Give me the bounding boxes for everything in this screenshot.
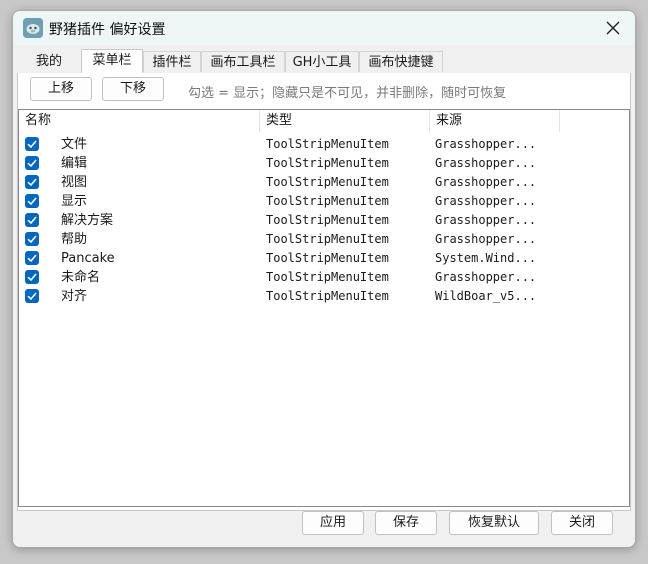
cell-type: ToolStripMenuItem	[266, 137, 389, 151]
cell-source: Grasshopper...	[435, 270, 537, 284]
table-row[interactable]: 帮助 ToolStripMenuItem Grasshopper...	[19, 230, 629, 249]
cell-source: System.Wind...	[435, 251, 537, 265]
tab-mine[interactable]: 我的	[17, 51, 81, 72]
menubar-tab-panel: 上移 下移 勾选 = 显示；隐藏只是不可见，并非删除，随时可恢复 名称 类型 来…	[17, 73, 631, 511]
checkmark-icon	[27, 140, 37, 149]
cell-name: 文件	[61, 137, 88, 152]
close-button[interactable]: 关闭	[551, 511, 613, 535]
cell-name: 解决方案	[61, 213, 114, 228]
column-header-type[interactable]: 类型	[260, 110, 430, 132]
cell-type: ToolStripMenuItem	[266, 194, 389, 208]
table-row[interactable]: 文件 ToolStripMenuItem Grasshopper...	[19, 135, 629, 154]
cell-name: 帮助	[61, 232, 88, 247]
cell-source: Grasshopper...	[435, 175, 537, 189]
row-checkbox[interactable]	[25, 232, 39, 246]
row-checkbox[interactable]	[25, 137, 39, 151]
menu-items-list[interactable]: 名称 类型 来源 文件 ToolStripMenuItem Grasshopper.…	[18, 109, 630, 507]
window-title: 野猪插件 偏好设置	[49, 22, 166, 38]
close-window-button[interactable]	[597, 15, 629, 41]
cell-source: Grasshopper...	[435, 194, 537, 208]
table-row[interactable]: Pancake ToolStripMenuItem System.Wind...	[19, 249, 629, 268]
row-checkbox[interactable]	[25, 156, 39, 170]
cell-source: Grasshopper...	[435, 232, 537, 246]
tab-canvas-toolbar[interactable]: 画布工具栏	[201, 51, 285, 72]
restore-defaults-button[interactable]: 恢复默认	[449, 511, 539, 535]
row-checkbox[interactable]	[25, 213, 39, 227]
tab-canvas-shortcuts[interactable]: 画布快捷键	[359, 51, 443, 72]
table-row[interactable]: 显示 ToolStripMenuItem Grasshopper...	[19, 192, 629, 211]
checkmark-icon	[27, 235, 37, 244]
tab-menubar[interactable]: 菜单栏	[81, 49, 143, 73]
cell-source: Grasshopper...	[435, 156, 537, 170]
checkmark-icon	[27, 159, 37, 168]
tab-strip: 我的 菜单栏 插件栏 画布工具栏 GH小工具 画布快捷键	[17, 49, 631, 74]
cell-source: WildBoar_v5...	[435, 289, 537, 303]
table-row[interactable]: 对齐 ToolStripMenuItem WildBoar_v5...	[19, 287, 629, 306]
apply-button[interactable]: 应用	[302, 511, 364, 535]
column-header-source[interactable]: 来源	[430, 110, 560, 132]
preferences-window: 野猪插件 偏好设置 我的 菜单栏 插件栏 画布工具栏 GH小工具 画布快捷键 上…	[12, 10, 636, 548]
column-header-name[interactable]: 名称	[19, 110, 260, 132]
table-row[interactable]: 视图 ToolStripMenuItem Grasshopper...	[19, 173, 629, 192]
cell-name: Pancake	[61, 251, 115, 266]
cell-source: Grasshopper...	[435, 137, 537, 151]
row-checkbox[interactable]	[25, 175, 39, 189]
close-icon	[606, 21, 620, 35]
checkmark-icon	[27, 178, 37, 187]
cell-name: 编辑	[61, 156, 88, 171]
save-button[interactable]: 保存	[375, 511, 437, 535]
cell-type: ToolStripMenuItem	[266, 156, 389, 170]
cell-name: 视图	[61, 175, 88, 190]
row-checkbox[interactable]	[25, 251, 39, 265]
cell-type: ToolStripMenuItem	[266, 289, 389, 303]
table-row[interactable]: 编辑 ToolStripMenuItem Grasshopper...	[19, 154, 629, 173]
cell-type: ToolStripMenuItem	[266, 251, 389, 265]
row-checkbox[interactable]	[25, 194, 39, 208]
tab-gh-tools[interactable]: GH小工具	[285, 51, 359, 72]
row-checkbox[interactable]	[25, 289, 39, 303]
cell-type: ToolStripMenuItem	[266, 175, 389, 189]
checkmark-icon	[27, 254, 37, 263]
hint-text: 勾选 = 显示；隐藏只是不可见，并非删除，随时可恢复	[188, 86, 507, 101]
cell-type: ToolStripMenuItem	[266, 213, 389, 227]
checkmark-icon	[27, 197, 37, 206]
cell-source: Grasshopper...	[435, 213, 537, 227]
cell-name: 显示	[61, 194, 88, 209]
cell-type: ToolStripMenuItem	[266, 270, 389, 284]
cell-name: 对齐	[61, 289, 88, 304]
cell-name: 未命名	[61, 270, 101, 285]
move-up-button[interactable]: 上移	[30, 77, 92, 101]
title-bar[interactable]: 野猪插件 偏好设置	[13, 11, 635, 45]
app-boar-icon	[23, 18, 43, 38]
table-row[interactable]: 未命名 ToolStripMenuItem Grasshopper...	[19, 268, 629, 287]
tab-plugin-bar[interactable]: 插件栏	[143, 51, 201, 72]
move-down-button[interactable]: 下移	[102, 77, 164, 101]
cell-type: ToolStripMenuItem	[266, 232, 389, 246]
checkmark-icon	[27, 273, 37, 282]
checkmark-icon	[27, 216, 37, 225]
checkmark-icon	[27, 292, 37, 301]
table-row[interactable]: 解决方案 ToolStripMenuItem Grasshopper...	[19, 211, 629, 230]
row-checkbox[interactable]	[25, 270, 39, 284]
